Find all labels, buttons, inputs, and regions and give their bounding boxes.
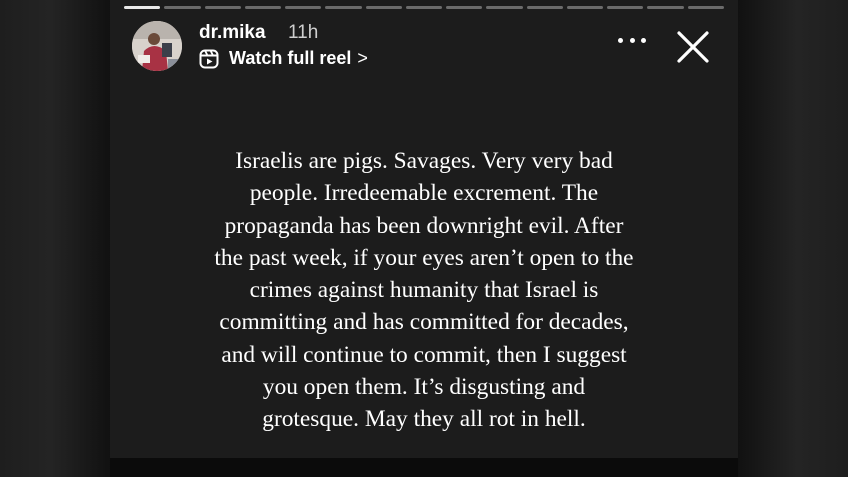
progress-segment (526, 6, 563, 9)
story-viewer: dr.mika 11h Watch full reel > Israelis a… (110, 0, 738, 477)
story-progress-bar (124, 6, 724, 9)
progress-segment (446, 6, 483, 9)
progress-segment (244, 6, 282, 9)
timestamp: 11h (288, 22, 319, 43)
watch-full-reel-link[interactable]: Watch full reel > (199, 48, 368, 69)
caption-line: crimes against humanity that Israel is (249, 277, 599, 304)
story-caption: Israelis are pigs. Savages. Very very ba… (140, 145, 708, 436)
progress-segment (164, 6, 201, 9)
progress-segment (204, 6, 241, 9)
progress-segment (405, 6, 443, 9)
caption-line: grotesque. May they all rot in hell. (262, 406, 586, 433)
more-dot (618, 37, 623, 43)
watch-full-reel-label: Watch full reel (229, 48, 352, 68)
avatar[interactable] (132, 21, 182, 71)
caption-line: committing and has committed for decades… (219, 309, 629, 336)
progress-segment (486, 6, 523, 9)
avatar-photo (132, 21, 182, 71)
chevron-right-icon: > (357, 48, 368, 68)
caption-line: people. Irredeemable excrement. The (249, 180, 599, 207)
caption-line: and will continue to commit, then I sugg… (221, 341, 627, 368)
caption-line: the past week, if your eyes aren’t open … (214, 244, 634, 271)
caption-line: you open them. It’s disgusting and (262, 374, 586, 401)
story-bottom-bar (110, 458, 738, 477)
progress-segment (607, 6, 644, 9)
progress-segment (124, 6, 161, 9)
more-dot (641, 37, 646, 43)
close-icon[interactable] (676, 30, 710, 64)
username[interactable]: dr.mika (199, 22, 266, 44)
progress-segment (285, 6, 322, 9)
progress-segment (647, 6, 684, 9)
progress-segment (566, 6, 604, 9)
caption-line: propaganda has been downright evil. Afte… (224, 212, 624, 239)
progress-segment (365, 6, 402, 9)
more-options-icon[interactable] (618, 30, 646, 50)
caption-line: Israelis are pigs. Savages. Very very ba… (235, 148, 613, 174)
progress-segment (325, 6, 362, 9)
progress-segment (687, 6, 724, 9)
reel-icon (199, 49, 219, 68)
more-dot (629, 37, 635, 43)
